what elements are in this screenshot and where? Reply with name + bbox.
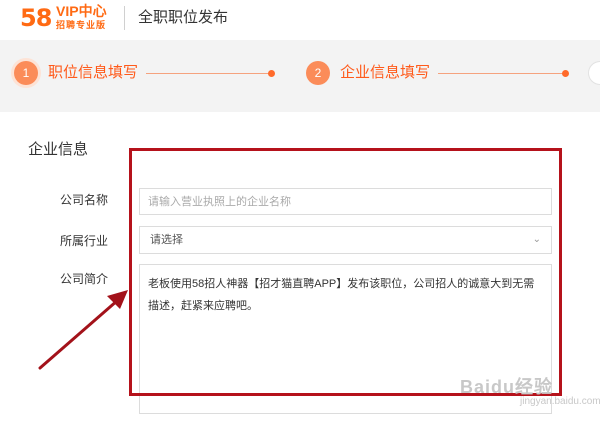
industry-selected-value: 请选择 [150,234,183,246]
company-intro-label: 公司简介 [59,272,108,286]
company-name-placeholder: 请输入营业执照上的企业名称 [148,196,291,208]
page-title: 全职职位发布 [138,9,229,26]
chevron-down-icon: ⌄ [532,234,541,245]
step-1-end-dot [268,70,275,77]
brand-logo: 58 [20,4,52,32]
company-name-input[interactable]: 请输入营业执照上的企业名称 [139,188,552,215]
brand-title: VIP中心 [56,3,107,19]
header-divider [124,6,125,30]
step-1-number-badge: 1 [14,61,38,85]
industry-label: 所属行业 [59,234,108,248]
brand-subtitle: 招聘专业版 [56,20,107,30]
step-2-connector [438,73,564,74]
company-name-label: 公司名称 [59,193,108,207]
step-2-label: 企业信息填写 [340,64,431,81]
watermark-url: jingyan.baidu.com [520,396,600,407]
watermark-logo: Baidu经验 [460,377,554,397]
step-1-connector [146,73,270,74]
step-2-number-badge: 2 [306,61,330,85]
step-3-badge-partial [588,61,600,85]
section-title-company-info: 企业信息 [28,141,89,158]
step-1-label: 职位信息填写 [48,64,139,81]
step-progress-bar: 1 职位信息填写 2 企业信息填写 [0,40,600,112]
step-2-end-dot [562,70,569,77]
top-header: 58 VIP中心 招聘专业版 全职职位发布 [0,0,600,40]
industry-select[interactable]: 请选择 ⌄ [139,226,552,254]
company-intro-text: 老板使用58招人神器【招才猫直聘APP】发布该职位，公司招人的诚意大到无需描述，… [148,278,535,312]
